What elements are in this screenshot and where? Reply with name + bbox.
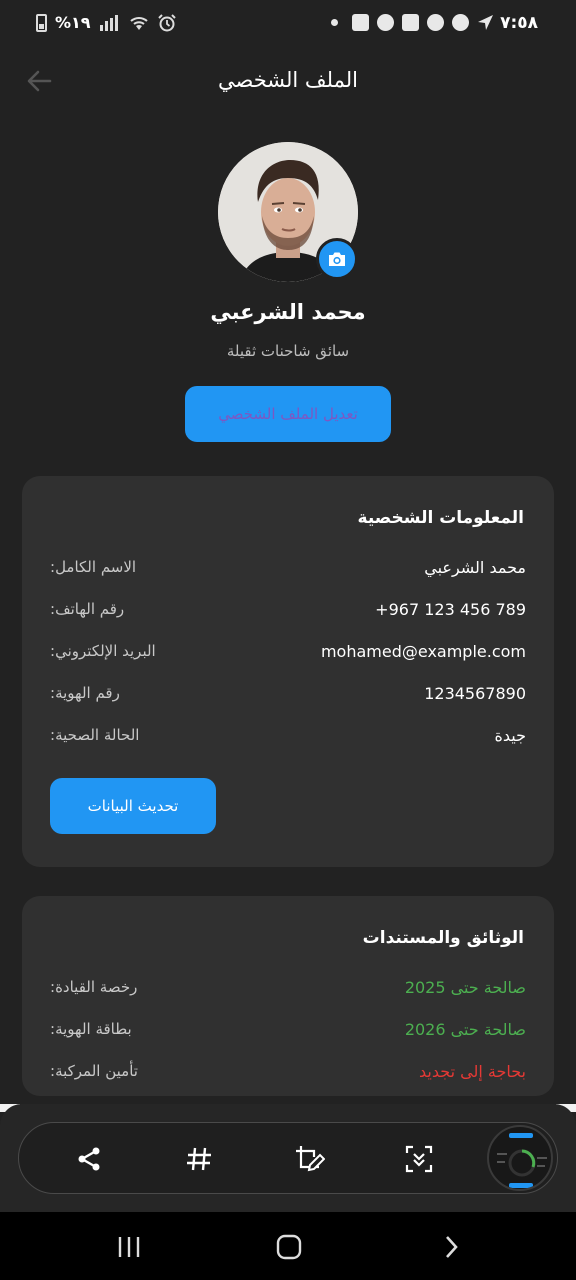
crop-edit-button[interactable] bbox=[291, 1141, 327, 1177]
dot-icon bbox=[331, 19, 338, 26]
back-button[interactable] bbox=[434, 1232, 468, 1262]
documents-card: الوثائق والمستندات :رخصة القيادة صالحة ح… bbox=[22, 896, 554, 1096]
chat-bubble-icon bbox=[427, 14, 444, 31]
doc-label: :تأمين المركبة bbox=[50, 1062, 138, 1080]
camera-icon bbox=[329, 252, 345, 266]
info-label: :الاسم الكامل bbox=[50, 558, 137, 576]
personal-info-card: المعلومات الشخصية :الاسم الكامل محمد الش… bbox=[22, 476, 554, 867]
documents-title: الوثائق والمستندات bbox=[362, 928, 524, 948]
app-header: الملف الشخصي bbox=[0, 58, 576, 104]
battery-percent: %١٩ bbox=[55, 13, 91, 32]
user-role: سائق شاحنات ثقيلة bbox=[226, 342, 350, 360]
info-row-health: :الحالة الصحية جيدة bbox=[50, 726, 526, 750]
wifi-icon bbox=[129, 16, 148, 30]
info-label: :رقم الهوية bbox=[50, 684, 120, 702]
alarm-icon bbox=[157, 13, 176, 31]
doc-row-id-card: :بطاقة الهوية صالحة حتى 2026 bbox=[50, 1020, 526, 1044]
doc-label: :بطاقة الهوية bbox=[50, 1020, 132, 1038]
info-value: +967 123 456 789 bbox=[375, 600, 526, 619]
profile-screen: %١٩ ٧:٥٨ الملف الشخصي محمد الشرعبي سائق … bbox=[0, 0, 576, 1280]
info-value: محمد الشرعبي bbox=[424, 558, 526, 577]
doc-status: بحاجة إلى تجديد bbox=[419, 1062, 526, 1081]
home-icon bbox=[276, 1234, 302, 1260]
info-label: :البريد الإلكتروني bbox=[50, 642, 156, 660]
screenshot-toolbar bbox=[18, 1122, 558, 1194]
info-row-email: :البريد الإلكتروني mohamed@example.com bbox=[50, 642, 526, 666]
instagram-icon bbox=[402, 14, 419, 31]
back-icon bbox=[446, 1236, 458, 1258]
signal-icon bbox=[99, 14, 118, 31]
edit-profile-button[interactable]: تعديل الملف الشخصي bbox=[185, 386, 391, 442]
home-button[interactable] bbox=[272, 1232, 306, 1262]
change-photo-button[interactable] bbox=[316, 238, 358, 280]
scroll-capture-button[interactable] bbox=[401, 1141, 437, 1177]
update-data-button[interactable]: تحديث البيانات bbox=[50, 778, 216, 834]
doc-row-license: :رخصة القيادة صالحة حتى 2025 bbox=[50, 978, 526, 1002]
status-time: ٧:٥٨ bbox=[500, 13, 538, 33]
doc-label: :رخصة القيادة bbox=[50, 978, 138, 996]
info-label: :رقم الهاتف bbox=[50, 600, 125, 618]
info-label: :الحالة الصحية bbox=[50, 726, 140, 744]
share-button[interactable] bbox=[71, 1141, 107, 1177]
notification-icons bbox=[331, 14, 494, 31]
crop-edit-icon bbox=[296, 1146, 325, 1172]
user-name: محمد الشرعبي bbox=[210, 300, 366, 324]
doc-status: صالحة حتى 2025 bbox=[404, 978, 526, 997]
doc-row-insurance: :تأمين المركبة بحاجة إلى تجديد bbox=[50, 1062, 526, 1086]
info-value: mohamed@example.com bbox=[320, 642, 526, 661]
recent-apps-button[interactable] bbox=[112, 1232, 146, 1262]
info-row-phone: :رقم الهاتف +967 123 456 789 bbox=[50, 600, 526, 624]
status-bar: %١٩ ٧:٥٨ bbox=[0, 0, 576, 50]
avatar-container bbox=[218, 142, 358, 282]
share-icon bbox=[78, 1147, 100, 1171]
doc-status: صالحة حتى 2026 bbox=[404, 1020, 526, 1039]
screenshot-thumbnail[interactable] bbox=[487, 1125, 553, 1191]
info-row-full-name: :الاسم الكامل محمد الشرعبي bbox=[50, 558, 526, 582]
personal-info-title: المعلومات الشخصية bbox=[357, 508, 524, 528]
status-left: %١٩ bbox=[36, 13, 177, 32]
thumbnail-preview bbox=[497, 1133, 547, 1188]
facebook-icon bbox=[377, 14, 394, 31]
info-value: جيدة bbox=[494, 726, 527, 745]
page-title: الملف الشخصي bbox=[218, 68, 358, 92]
location-arrow-icon bbox=[478, 15, 493, 30]
recent-apps-icon bbox=[118, 1237, 140, 1257]
battery-icon bbox=[36, 13, 47, 32]
contact-card-icon bbox=[352, 14, 369, 31]
system-nav-bar bbox=[0, 1212, 576, 1280]
telegram-icon bbox=[452, 14, 469, 31]
info-row-id-number: :رقم الهوية 1234567890 bbox=[50, 684, 526, 708]
hashtag-icon bbox=[187, 1147, 211, 1171]
info-value: 1234567890 bbox=[424, 684, 526, 703]
hashtag-button[interactable] bbox=[181, 1141, 217, 1177]
scroll-capture-icon bbox=[405, 1145, 433, 1173]
